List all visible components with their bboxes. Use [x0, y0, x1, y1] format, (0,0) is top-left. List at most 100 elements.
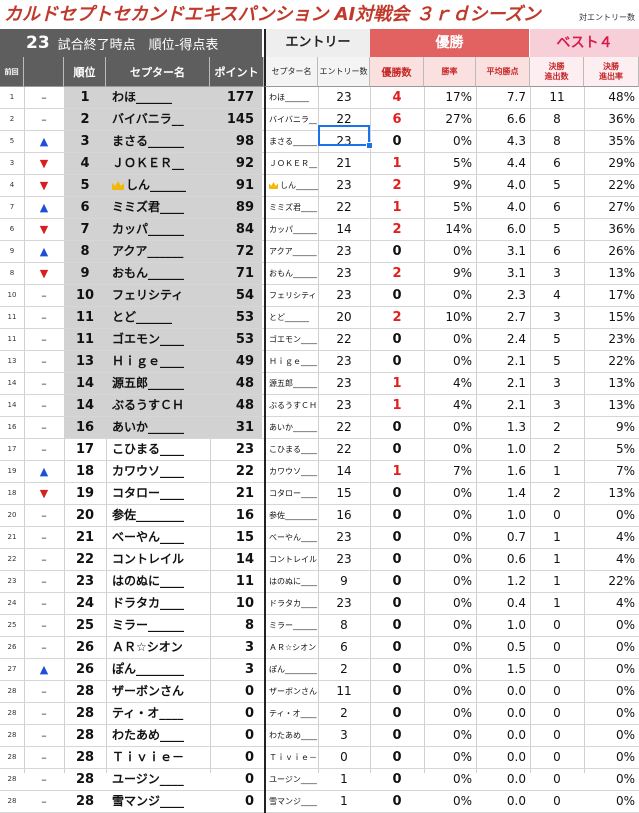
fill-handle[interactable]: [366, 142, 373, 149]
rank-cell[interactable]: 26: [64, 637, 106, 658]
entry-sceptor-name-cell[interactable]: ぶるうすＣＨ: [264, 395, 318, 417]
rank-change-cell[interactable]: –: [24, 109, 64, 130]
sceptor-name-cell[interactable]: あいか______: [106, 417, 210, 438]
points-cell[interactable]: 15: [210, 527, 262, 548]
finals-rate-cell[interactable]: 4%: [584, 549, 639, 570]
finals-rate-cell[interactable]: 13%: [584, 483, 639, 504]
win-rate-cell[interactable]: 0%: [424, 681, 476, 702]
wins-cell[interactable]: 0: [370, 505, 424, 526]
avg-points-cell[interactable]: 0.0: [476, 703, 530, 724]
rank-cell[interactable]: 28: [64, 703, 106, 724]
wins-cell[interactable]: 0: [370, 659, 424, 680]
finals-cell[interactable]: 1: [530, 593, 584, 614]
points-cell[interactable]: 31: [210, 417, 262, 438]
entry-sceptor-name-cell[interactable]: ミミズ君____: [264, 197, 318, 219]
sceptor-name-cell[interactable]: ミラー______: [106, 615, 210, 636]
sceptor-name-cell[interactable]: とど______: [106, 307, 210, 328]
wins-cell[interactable]: 1: [370, 197, 424, 218]
finals-cell[interactable]: 5: [530, 329, 584, 350]
prev-rank-cell[interactable]: 21: [0, 527, 24, 548]
rank-cell[interactable]: 28: [64, 681, 106, 702]
sceptor-name-cell[interactable]: カワウソ____: [106, 461, 210, 482]
prev-rank-cell[interactable]: 25: [0, 615, 24, 636]
finals-cell[interactable]: 0: [530, 659, 584, 680]
finals-cell[interactable]: 6: [530, 197, 584, 218]
entries-cell[interactable]: 8: [318, 615, 370, 636]
finals-rate-cell[interactable]: 4%: [584, 593, 639, 614]
finals-rate-cell[interactable]: 29%: [584, 153, 639, 174]
finals-cell[interactable]: 0: [530, 615, 584, 636]
prev-rank-cell[interactable]: 28: [0, 791, 24, 812]
sceptor-name-cell[interactable]: おもん______: [106, 263, 210, 284]
entry-sceptor-name-cell[interactable]: 参佐________: [264, 505, 318, 527]
rank-change-cell[interactable]: –: [24, 373, 64, 394]
points-cell[interactable]: 49: [210, 351, 262, 372]
finals-rate-cell[interactable]: 9%: [584, 417, 639, 438]
points-cell[interactable]: 92: [210, 153, 262, 174]
entry-sceptor-name-cell[interactable]: バイバニラ__: [264, 109, 318, 131]
win-rate-cell[interactable]: 0%: [424, 417, 476, 438]
points-cell[interactable]: 48: [210, 373, 262, 394]
finals-cell[interactable]: 5: [530, 219, 584, 240]
entries-cell[interactable]: 15: [318, 483, 370, 504]
avg-points-cell[interactable]: 1.0: [476, 505, 530, 526]
entries-cell[interactable]: 6: [318, 637, 370, 658]
finals-cell[interactable]: 2: [530, 439, 584, 460]
finals-cell[interactable]: 3: [530, 373, 584, 394]
points-cell[interactable]: 0: [210, 703, 262, 724]
sceptor-name-cell[interactable]: ザーボンさん: [106, 681, 210, 702]
wins-cell[interactable]: 1: [370, 373, 424, 394]
finals-rate-cell[interactable]: 36%: [584, 219, 639, 240]
avg-points-cell[interactable]: 1.6: [476, 461, 530, 482]
win-rate-cell[interactable]: 0%: [424, 527, 476, 548]
rank-cell[interactable]: 5: [64, 175, 106, 196]
finals-rate-cell[interactable]: 27%: [584, 197, 639, 218]
wins-cell[interactable]: 0: [370, 351, 424, 372]
wins-cell[interactable]: 6: [370, 109, 424, 130]
win-rate-cell[interactable]: 9%: [424, 263, 476, 284]
rank-change-cell[interactable]: –: [24, 329, 64, 350]
rank-change-cell[interactable]: ▲: [24, 197, 64, 218]
entry-sceptor-name-cell[interactable]: べーやん____: [264, 527, 318, 549]
rank-cell[interactable]: 26: [64, 659, 106, 680]
win-rate-cell[interactable]: 0%: [424, 769, 476, 790]
rank-change-cell[interactable]: –: [24, 307, 64, 328]
rank-change-cell[interactable]: –: [24, 417, 64, 438]
entries-cell[interactable]: 1: [318, 791, 370, 812]
finals-cell[interactable]: 0: [530, 747, 584, 768]
entries-cell[interactable]: 23: [318, 593, 370, 614]
sceptor-name-cell[interactable]: ＡＲ☆シオン: [106, 637, 210, 658]
wins-cell[interactable]: 0: [370, 637, 424, 658]
finals-rate-cell[interactable]: 0%: [584, 769, 639, 790]
points-cell[interactable]: 23: [210, 439, 262, 460]
col-header-change[interactable]: [24, 57, 64, 87]
entries-cell[interactable]: 23: [318, 131, 370, 152]
col-header-finals[interactable]: 決勝 進出数: [530, 57, 584, 87]
points-cell[interactable]: 71: [210, 263, 262, 284]
sceptor-name-cell[interactable]: ゴエモン____: [106, 329, 210, 350]
finals-cell[interactable]: 5: [530, 175, 584, 196]
points-cell[interactable]: 89: [210, 197, 262, 218]
sceptor-name-cell[interactable]: フェリシティ: [106, 285, 210, 306]
finals-rate-cell[interactable]: 0%: [584, 681, 639, 702]
rank-change-cell[interactable]: ▼: [24, 263, 64, 284]
entry-sceptor-name-cell[interactable]: Ｔｉｖｉｅ－: [264, 747, 318, 769]
wins-cell[interactable]: 1: [370, 395, 424, 416]
finals-cell[interactable]: 1: [530, 571, 584, 592]
prev-rank-cell[interactable]: 8: [0, 263, 24, 284]
wins-cell[interactable]: 1: [370, 461, 424, 482]
avg-points-cell[interactable]: 6.6: [476, 109, 530, 130]
rank-change-cell[interactable]: –: [24, 395, 64, 416]
rank-cell[interactable]: 21: [64, 527, 106, 548]
win-rate-cell[interactable]: 0%: [424, 571, 476, 592]
entry-sceptor-name-cell[interactable]: コタロー____: [264, 483, 318, 505]
finals-rate-cell[interactable]: 0%: [584, 659, 639, 680]
entries-cell[interactable]: 22: [318, 109, 370, 130]
prev-rank-cell[interactable]: 11: [0, 329, 24, 350]
win-rate-cell[interactable]: 17%: [424, 87, 476, 108]
finals-cell[interactable]: 0: [530, 769, 584, 790]
sceptor-name-cell[interactable]: しん______: [106, 175, 210, 196]
wins-cell[interactable]: 0: [370, 439, 424, 460]
entry-sceptor-name-cell[interactable]: カッパ______: [264, 219, 318, 241]
rank-cell[interactable]: 2: [64, 109, 106, 130]
